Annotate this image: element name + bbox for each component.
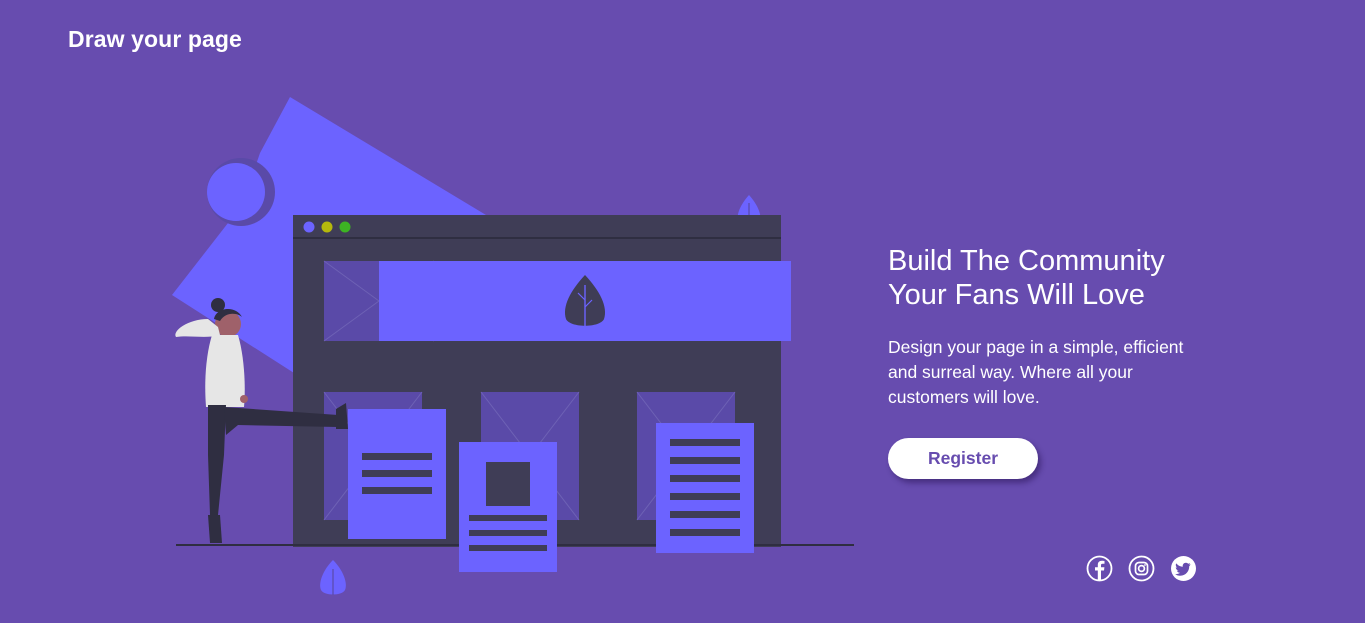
hero-description-line-3: customers will love.	[888, 387, 1040, 407]
document-card-2	[459, 442, 557, 572]
twitter-icon	[1171, 556, 1196, 581]
instagram-icon	[1128, 555, 1155, 582]
hero-title: Build The Community Your Fans Will Love	[888, 244, 1218, 312]
window-dot-blue	[303, 221, 315, 233]
hero-title-line-2: Your Fans Will Love	[888, 279, 1145, 311]
instagram-link[interactable]	[1128, 555, 1155, 582]
hero-illustration	[172, 97, 854, 595]
facebook-icon	[1086, 555, 1113, 582]
register-button[interactable]: Register	[888, 438, 1038, 479]
social-links	[1086, 555, 1197, 582]
facebook-link[interactable]	[1086, 555, 1113, 582]
hero-description-line-2: and surreal way. Where all your	[888, 362, 1133, 382]
site-logo[interactable]: Draw your page	[68, 26, 242, 53]
hero-description: Design your page in a simple, efficient …	[888, 335, 1218, 410]
window-dot-yellow	[321, 221, 333, 233]
background-circle	[207, 163, 265, 221]
hero-title-line-1: Build The Community	[888, 245, 1165, 277]
twitter-link[interactable]	[1170, 555, 1197, 582]
hero-description-line-1: Design your page in a simple, efficient	[888, 337, 1184, 357]
window-dot-green	[339, 221, 351, 233]
hero-section: Build The Community Your Fans Will Love …	[888, 244, 1218, 479]
